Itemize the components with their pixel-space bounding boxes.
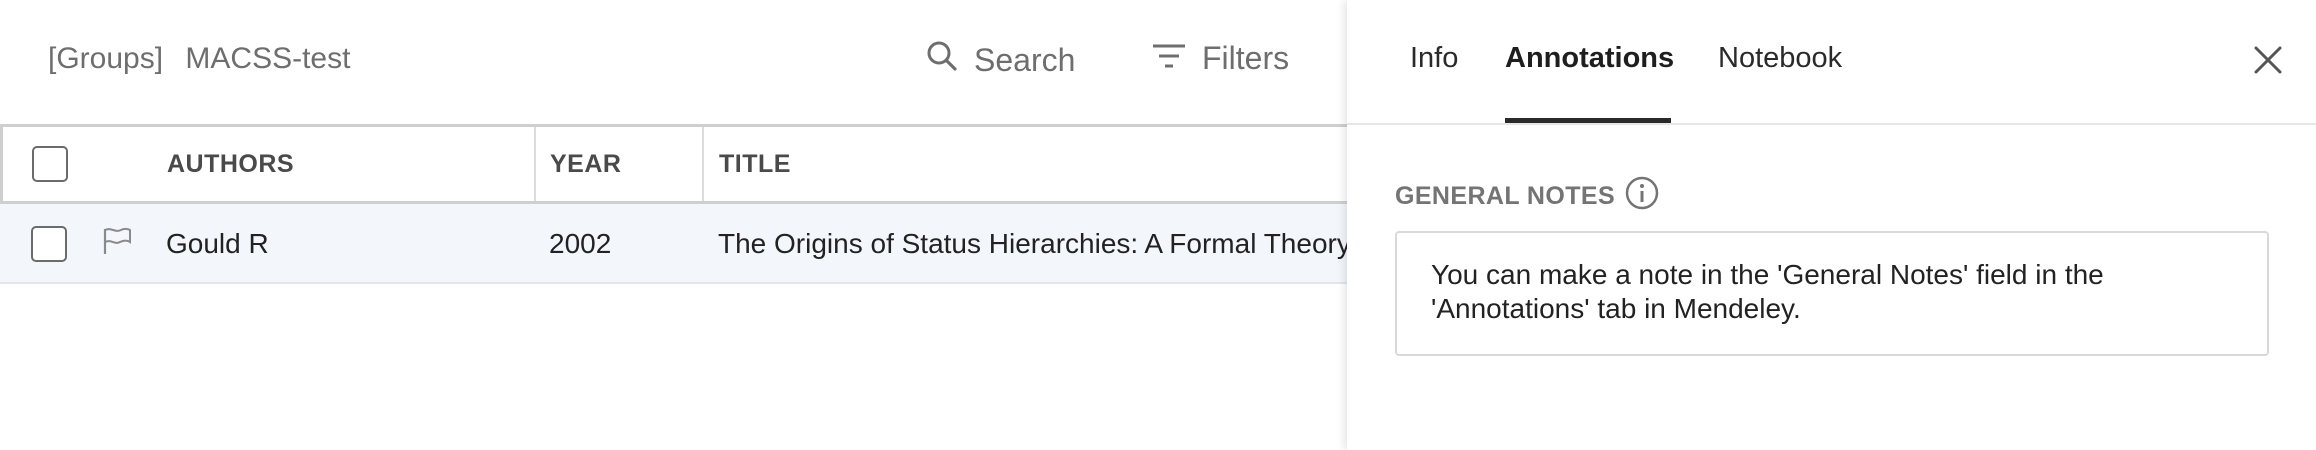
tab-annotations[interactable]: Annotations	[1505, 42, 1674, 75]
breadcrumb: [Groups] MACSS-test	[48, 42, 350, 76]
general-notes-field[interactable]: You can make a note in the 'General Note…	[1395, 231, 2269, 356]
row-select-cell	[31, 204, 67, 284]
search-label: Search	[974, 41, 1076, 78]
column-divider[interactable]	[702, 127, 704, 201]
search-icon	[926, 40, 974, 80]
details-panel: Info Annotations Notebook GENERAL NOTES …	[1347, 0, 2316, 450]
tab-info[interactable]: Info	[1410, 42, 1458, 75]
filter-icon	[1152, 40, 1202, 77]
table-header: AUTHORS YEAR TITLE	[0, 124, 1347, 204]
general-notes-heading: GENERAL NOTES	[1395, 176, 1659, 217]
documents-table: AUTHORS YEAR TITLE Gould R 2002 The Orig…	[0, 124, 1351, 284]
filters-label: Filters	[1202, 40, 1290, 76]
row-checkbox[interactable]	[31, 226, 67, 262]
general-notes-label: GENERAL NOTES	[1395, 182, 1616, 210]
close-icon	[2250, 46, 2286, 82]
cell-authors: Gould R	[166, 228, 269, 259]
library-toolbar: [Groups] MACSS-test Search Filters	[0, 0, 1347, 124]
panel-tabs: Info Annotations Notebook	[1347, 0, 2316, 125]
table-row[interactable]: Gould R 2002 The Origins of Status Hiera…	[0, 204, 1351, 284]
library-pane: [Groups] MACSS-test Search Filters AUTHO…	[0, 0, 1351, 450]
active-tab-indicator	[1505, 118, 1671, 123]
select-all-checkbox[interactable]	[32, 146, 68, 182]
search-button[interactable]: Search	[926, 40, 1075, 80]
close-button[interactable]	[2250, 42, 2286, 78]
cell-title: The Origins of Status Hierarchies: A For…	[718, 228, 1351, 259]
column-divider[interactable]	[534, 127, 536, 201]
flag-icon[interactable]	[102, 227, 132, 262]
cell-year: 2002	[549, 228, 612, 259]
column-header-authors[interactable]: AUTHORS	[167, 127, 294, 201]
column-header-year[interactable]: YEAR	[550, 127, 621, 201]
info-icon[interactable]	[1615, 176, 1659, 217]
column-header-title[interactable]: TITLE	[719, 127, 791, 201]
flag-cell	[102, 204, 132, 284]
breadcrumb-group-name[interactable]: MACSS-test	[185, 42, 350, 75]
filters-button[interactable]: Filters	[1152, 40, 1289, 77]
breadcrumb-groups[interactable]: [Groups]	[48, 42, 163, 75]
select-all-cell	[32, 127, 68, 201]
tab-notebook[interactable]: Notebook	[1718, 42, 1842, 75]
